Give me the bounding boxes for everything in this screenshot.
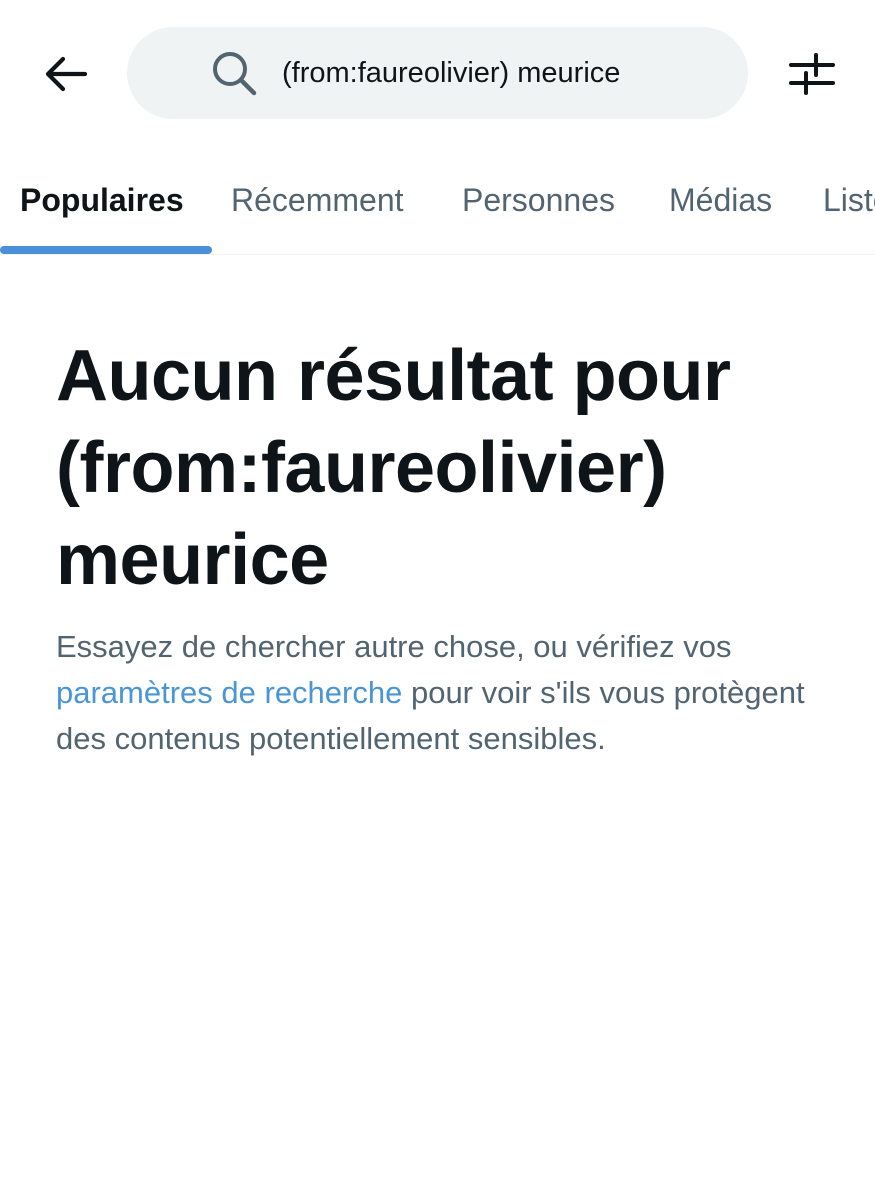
empty-state-query: (from:faureolivier) — [56, 428, 667, 508]
search-input[interactable]: (from:faureolivier) meurice — [282, 27, 722, 119]
tab-label: Listes — [823, 182, 875, 218]
search-icon — [213, 52, 257, 96]
back-button[interactable] — [32, 46, 98, 102]
search-tabs: Populaires Récemment Personnes Médias Li… — [0, 160, 875, 255]
empty-state: Aucun résultat pour (from:faureolivier) … — [56, 330, 846, 762]
tab-recemment[interactable]: Récemment — [212, 160, 444, 254]
tab-label: Populaires — [20, 182, 184, 218]
arrow-left-icon — [45, 56, 87, 92]
tab-medias[interactable]: Médias — [650, 160, 805, 254]
tab-personnes[interactable]: Personnes — [444, 160, 650, 254]
message-text: Essayez de chercher autre chose, ou véri… — [56, 629, 732, 664]
empty-state-title-line: Aucun résultat pour — [56, 336, 731, 416]
empty-state-message: Essayez de chercher autre chose, ou véri… — [56, 624, 816, 762]
empty-state-query-term: meurice — [56, 520, 329, 600]
search-header: (from:faureolivier) meurice — [0, 0, 875, 150]
search-settings-link[interactable]: paramètres de recherche — [56, 675, 402, 710]
sliders-icon — [789, 53, 835, 95]
search-results-page: (from:faureolivier) meurice Populaires R… — [0, 0, 875, 1200]
empty-state-title: Aucun résultat pour (from:faureolivier) … — [56, 330, 846, 606]
tab-label: Récemment — [231, 182, 404, 218]
tab-label: Personnes — [462, 182, 615, 218]
tab-label: Médias — [669, 182, 773, 218]
tab-listes[interactable]: Listes — [805, 160, 875, 254]
tab-populaires[interactable]: Populaires — [0, 160, 212, 254]
search-box[interactable]: (from:faureolivier) meurice — [127, 27, 748, 119]
search-filters-button[interactable] — [780, 46, 844, 102]
active-tab-indicator — [0, 246, 212, 254]
